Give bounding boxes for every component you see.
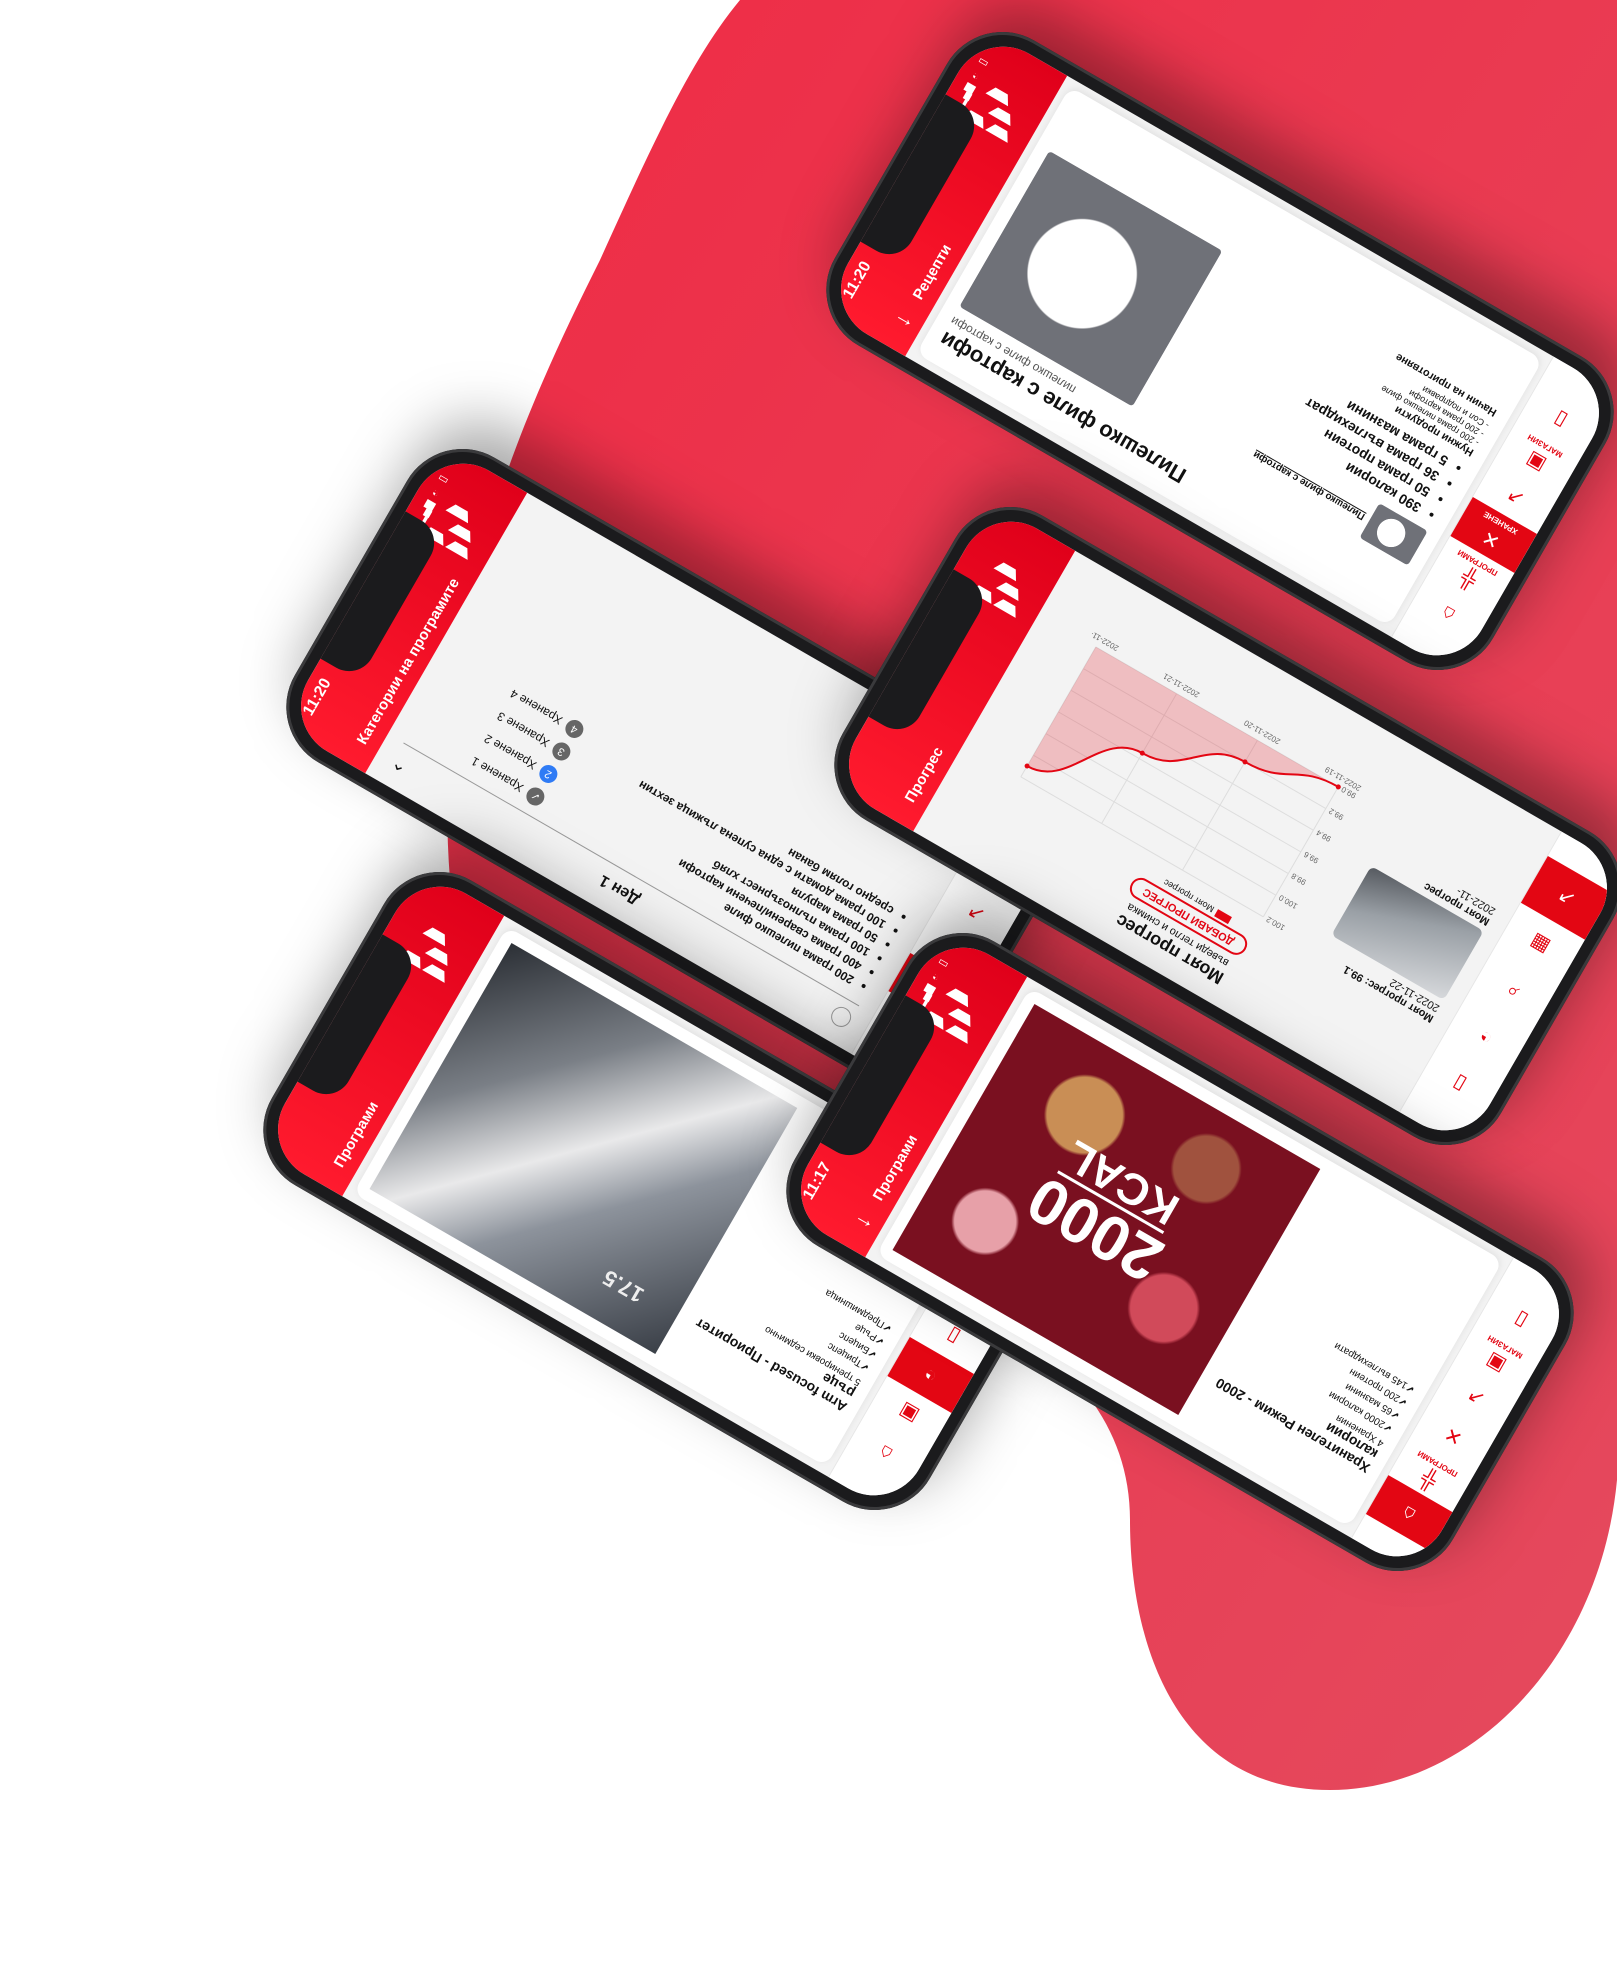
book-icon: ▯: [1449, 1070, 1470, 1096]
fork-knife-icon: ✕: [1478, 525, 1505, 553]
back-arrow-icon[interactable]: ←: [846, 1208, 878, 1242]
step-number: 3: [549, 739, 574, 764]
step-number: 4: [562, 716, 587, 742]
x-tick-label: 2022-11-22: [1080, 624, 1120, 652]
dumbbell-icon: ╬: [1456, 565, 1481, 592]
status-time: 11:17: [799, 1159, 835, 1203]
search-icon: ⌕: [1502, 978, 1524, 1004]
step-number: 2: [536, 761, 561, 787]
status-time: 11:20: [839, 258, 875, 302]
map-icon: ▦: [1526, 929, 1554, 958]
y-tick-label: 100.2: [1264, 914, 1286, 932]
clock-icon: ◔: [1475, 1024, 1497, 1050]
trend-icon: ↗: [963, 899, 990, 927]
radio-circle[interactable]: [827, 1003, 855, 1032]
y-tick-label: 100.0: [1277, 893, 1299, 911]
home-icon: ⌂: [875, 1440, 897, 1466]
trend-icon: ↗: [1554, 883, 1580, 911]
back-arrow-icon[interactable]: ←: [886, 307, 918, 341]
clock-icon: ◔: [919, 1362, 942, 1388]
y-tick-label: 99.6: [1302, 849, 1320, 865]
grid-line: [1262, 786, 1339, 918]
home-icon: ⌂: [1437, 600, 1460, 627]
dumbbell-weight-label: 17.5: [598, 1264, 649, 1308]
dumbbell-icon: ╬: [1416, 1466, 1441, 1493]
fork-knife-icon: ✕: [1441, 1421, 1467, 1450]
day-title: Ден 1: [596, 871, 643, 909]
book-icon: ▯: [1550, 406, 1571, 432]
y-tick-label: 99.2: [1327, 806, 1345, 822]
trend-icon: ↗: [1503, 482, 1529, 511]
y-tick-label: 99.8: [1289, 871, 1307, 887]
book-icon: ▯: [1510, 1307, 1532, 1332]
chevron-up-icon[interactable]: ⌃: [389, 750, 413, 776]
trend-icon: ↗: [1463, 1383, 1490, 1411]
check-icon: ✓: [523, 784, 548, 809]
home-icon: ⌂: [1398, 1501, 1420, 1527]
y-tick-label: 99.4: [1314, 828, 1332, 844]
gift-icon: ▣: [894, 1398, 923, 1428]
status-time: 11:20: [299, 675, 335, 719]
